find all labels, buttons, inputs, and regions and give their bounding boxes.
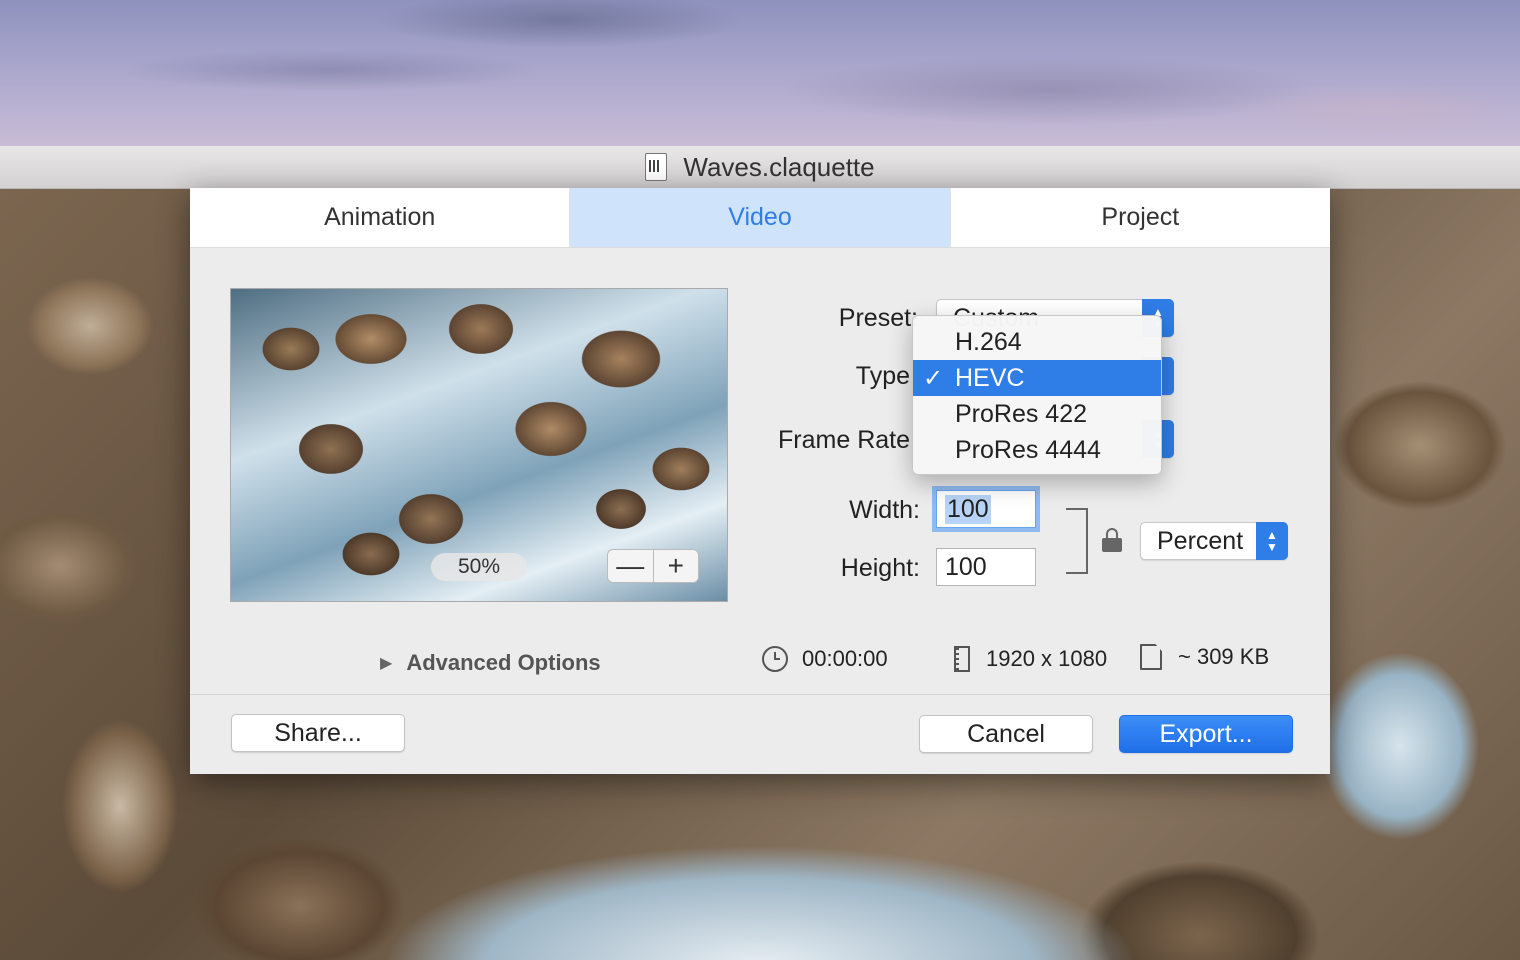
resolution-value: 1920 x 1080	[986, 646, 1108, 671]
lock-icon[interactable]	[1102, 528, 1122, 552]
zoom-control: — +	[607, 549, 699, 583]
type-menu: H.264 ✓ HEVC ProRes 422 ProRes 4444	[912, 315, 1162, 475]
tab-project[interactable]: Project	[951, 188, 1330, 247]
window-title: Waves.claquette	[683, 151, 875, 182]
menu-item-hevc[interactable]: ✓ HEVC	[913, 360, 1161, 396]
width-value: 100	[945, 494, 991, 524]
menu-item-prores-422[interactable]: ProRes 422	[913, 396, 1161, 432]
type-label: Type	[855, 362, 910, 390]
file-size-value: ~ 309 KB	[1178, 644, 1270, 669]
export-sheet: Animation Video Project 50% — + Preset: …	[190, 188, 1330, 774]
advanced-options-disclosure[interactable]: ▶ Advanced Options	[380, 650, 601, 676]
stepper-arrows-icon: ▲▼	[1256, 522, 1288, 560]
unit-popup[interactable]: Percent ▲ ▼	[1140, 522, 1288, 560]
tab-animation[interactable]: Animation	[190, 188, 571, 247]
clock-icon	[762, 646, 788, 672]
desktop-sky-background	[0, 0, 1520, 146]
height-label: Height:	[840, 554, 920, 582]
tab-bar: Animation Video Project	[190, 188, 1330, 248]
file-size-info: ~ 309 KB	[1140, 644, 1269, 670]
duration-info: 00:00:00	[762, 646, 888, 672]
file-icon	[1140, 644, 1162, 670]
video-preview: 50% — +	[230, 288, 728, 602]
aspect-link-bracket	[1066, 508, 1088, 574]
height-value: 100	[945, 552, 987, 581]
share-button[interactable]: Share...	[231, 714, 405, 752]
menu-item-h264[interactable]: H.264	[913, 324, 1161, 360]
zoom-level: 50%	[431, 553, 527, 581]
menu-item-prores-4444[interactable]: ProRes 4444	[913, 432, 1161, 468]
advanced-options-label: Advanced Options	[406, 650, 601, 675]
resolution-info: 1920 x 1080	[954, 646, 1107, 672]
disclosure-triangle-icon: ▶	[380, 655, 393, 672]
width-field[interactable]: 100	[936, 490, 1036, 528]
duration-value: 00:00:00	[802, 646, 888, 671]
framerate-label: Frame Rate	[778, 426, 910, 454]
tab-video[interactable]: Video	[570, 188, 951, 247]
unit-value: Percent	[1157, 526, 1244, 555]
cancel-button[interactable]: Cancel	[919, 715, 1093, 753]
film-strip-icon	[954, 646, 970, 672]
height-field[interactable]: 100	[936, 548, 1036, 586]
zoom-out-button[interactable]: —	[608, 550, 654, 582]
preset-label: Preset:	[838, 304, 918, 332]
footer-divider	[190, 694, 1330, 695]
zoom-in-button[interactable]: +	[654, 550, 699, 582]
export-button[interactable]: Export...	[1119, 715, 1293, 753]
width-label: Width:	[849, 496, 920, 524]
document-icon	[645, 153, 668, 181]
window-titlebar[interactable]: Waves.claquette	[0, 146, 1520, 189]
checkmark-icon: ✓	[923, 364, 944, 392]
